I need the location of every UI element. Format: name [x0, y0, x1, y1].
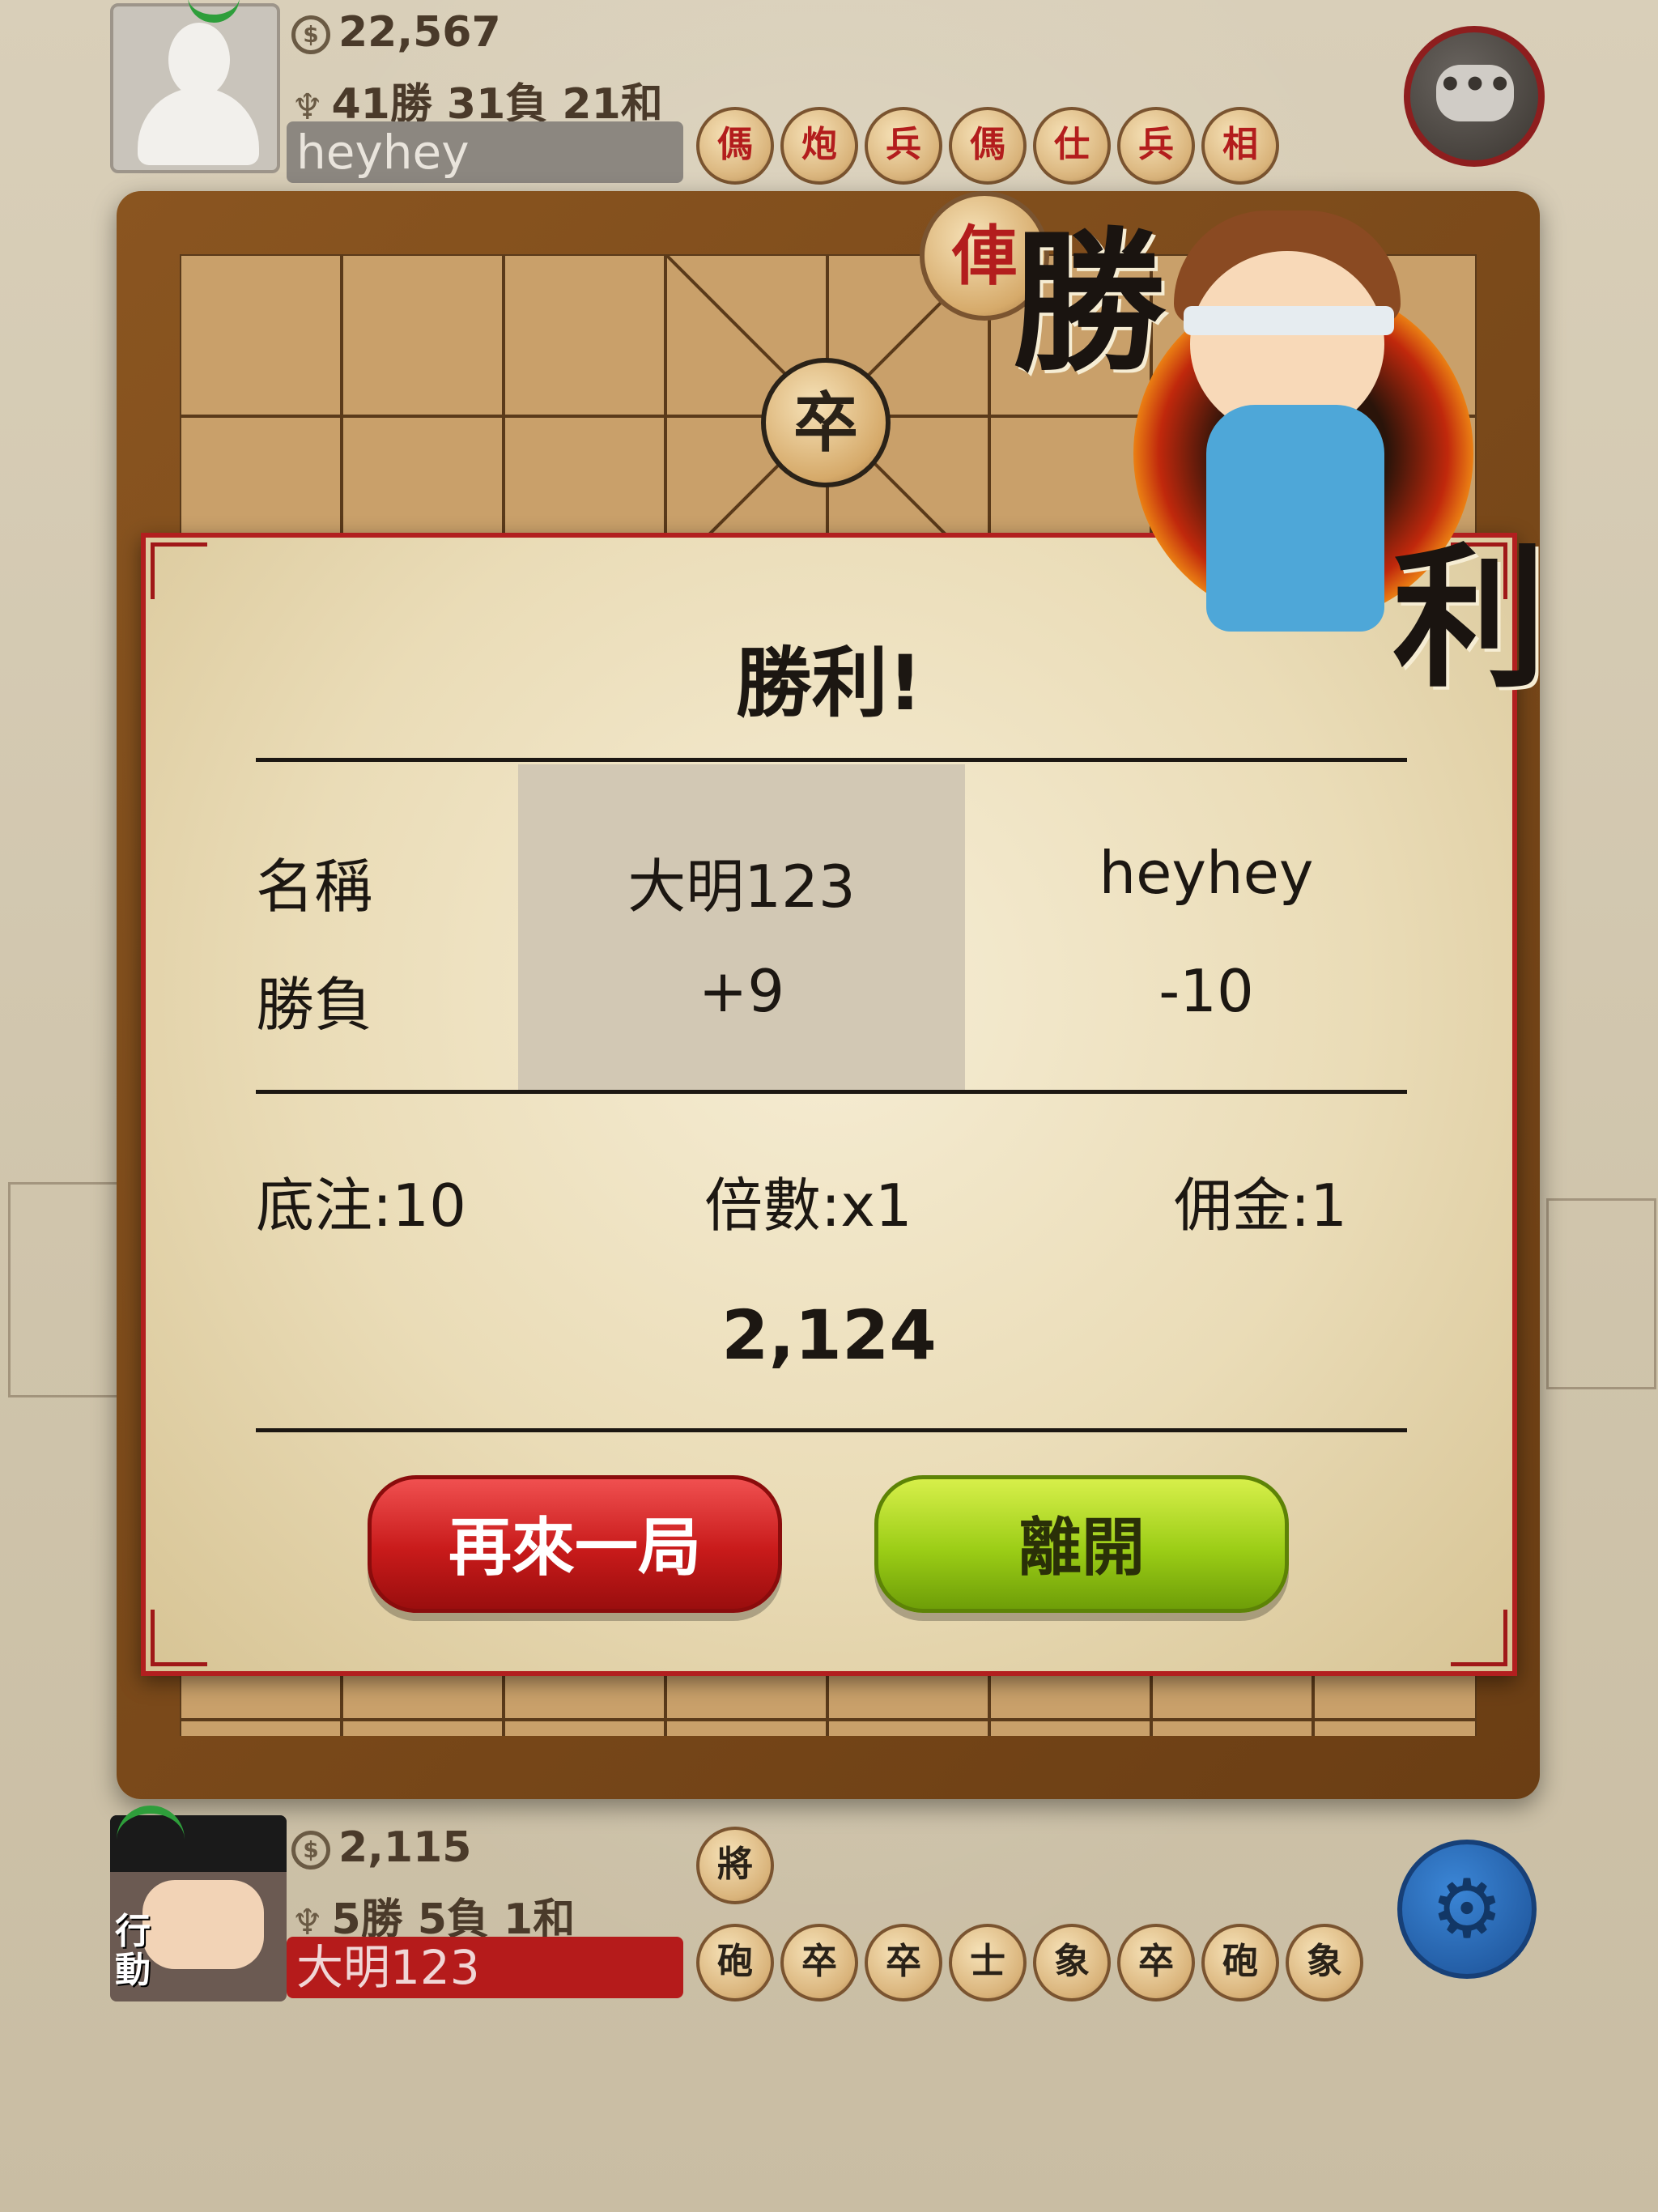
self-captured-piece: 砲: [1201, 1924, 1279, 2001]
opponent-captured-piece: 炮: [780, 107, 858, 185]
victory-character-art: 勝 利: [1004, 146, 1571, 713]
self-captured-piece: 砲: [696, 1924, 774, 2001]
avatar-placeholder-head: [168, 23, 230, 97]
opponent-coins: $22,567: [291, 8, 501, 57]
settings-button[interactable]: ⚙: [1397, 1840, 1537, 1979]
winner-column-highlight: [518, 764, 965, 1090]
chat-bubble-icon: •••: [1436, 65, 1514, 121]
player1-name: 大明123: [627, 853, 856, 921]
background-building-left: [8, 1182, 126, 1397]
victory-glyph-2: 利: [1392, 528, 1547, 708]
self-captured-piece: 卒: [865, 1924, 942, 2001]
opponent-avatar[interactable]: [110, 3, 280, 173]
self-captured-piece: 象: [1033, 1924, 1111, 2001]
balance-amount: 2,124: [721, 1295, 937, 1375]
self-captured-pieces: 砲卒卒士象卒砲象: [696, 1924, 1363, 2001]
player2-name: heyhey: [1099, 839, 1314, 907]
self-name: 大明123: [287, 1937, 683, 1998]
self-captured-piece: 卒: [1117, 1924, 1195, 2001]
victory-glyph-1: 勝: [1012, 212, 1167, 393]
opponent-coins-value: 22,567: [338, 8, 501, 57]
self-coins: $2,115: [291, 1823, 471, 1872]
divider: [256, 758, 1407, 762]
gear-icon: ⚙: [1431, 1861, 1503, 1956]
divider: [256, 1090, 1407, 1094]
base-bet: 底注:10: [256, 1172, 466, 1240]
label-name: 名稱: [256, 853, 373, 921]
opponent-captured-piece: 傌: [696, 107, 774, 185]
multiplier: 倍數:x1: [704, 1172, 912, 1240]
leave-button[interactable]: 離開: [874, 1475, 1289, 1613]
coin-icon: $: [291, 1831, 330, 1870]
self-captured-piece: 象: [1286, 1924, 1363, 2001]
self-captured-piece: 卒: [780, 1924, 858, 2001]
divider: [256, 1428, 1407, 1432]
general-piece: 將: [696, 1827, 774, 1904]
self-coins-value: 2,115: [338, 1823, 472, 1872]
wifi-icon: [117, 1806, 185, 1840]
avatar-placeholder-body: [138, 87, 259, 165]
opponent-name: heyhey: [287, 121, 683, 183]
action-tag: 行動: [115, 1911, 151, 1991]
background-building-right: [1546, 1198, 1656, 1389]
player1-result: +9: [698, 957, 785, 1025]
commission: 佣金:1: [1174, 1172, 1348, 1240]
opponent-captured-piece: 兵: [865, 107, 942, 185]
board-piece-black-soldier[interactable]: 卒: [761, 358, 891, 487]
label-result: 勝負: [256, 971, 373, 1039]
ornament-corner: [1451, 1610, 1507, 1666]
character-body: [1206, 405, 1384, 632]
coin-icon: $: [291, 15, 330, 54]
ornament-corner: [151, 542, 207, 599]
self-captured-piece: 士: [949, 1924, 1027, 2001]
play-again-button[interactable]: 再來一局: [368, 1475, 782, 1613]
character-headband: [1184, 306, 1394, 335]
self-avatar[interactable]: 行動: [110, 1815, 287, 2001]
player2-result: -10: [1158, 957, 1254, 1025]
opponent-player-panel: $22,567 ♆ 41勝 31負 21和 heyhey: [110, 3, 693, 185]
ornament-corner: [151, 1610, 207, 1666]
